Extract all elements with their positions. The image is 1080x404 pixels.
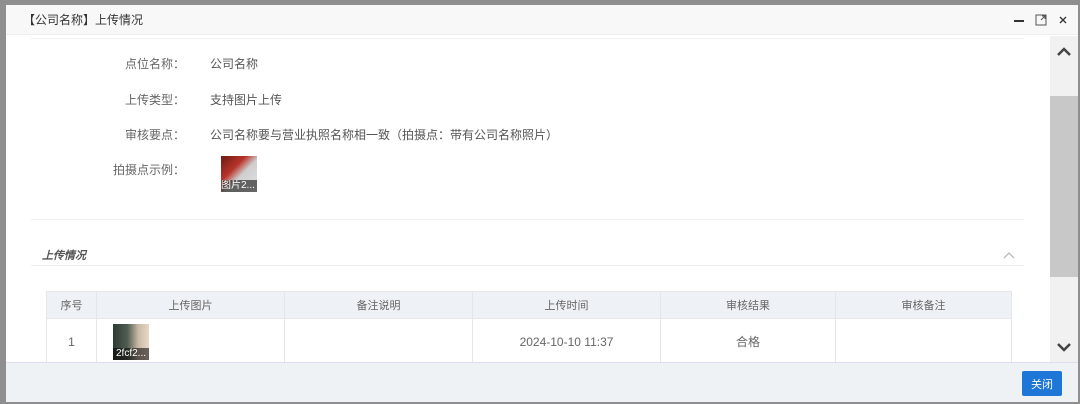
column-header: 审核结果: [660, 291, 836, 319]
cell-review-note: [835, 318, 1012, 362]
info-value: 支持图片上传: [210, 93, 283, 107]
scroll-down-icon[interactable]: [1056, 339, 1072, 355]
cell-image: 2fcf2...: [96, 318, 285, 362]
dialog-titlebar: 【公司名称】上传情况: [6, 5, 1078, 35]
point-info-card: 点位名称： 公司名称 上传类型： 支持图片上传 审核要点： 公司名称要与营业执照…: [31, 38, 1024, 220]
cell-result: 合格: [660, 318, 836, 362]
image-caption: 2fcf2...: [113, 348, 149, 360]
dialog-title: 【公司名称】上传情况: [23, 13, 144, 27]
info-row-example: 拍摄点示例：: [31, 161, 185, 178]
column-header: 备注说明: [284, 291, 473, 319]
info-value: 公司名称要与营业执照名称相一致（拍摄点：带有公司名称照片）: [210, 128, 559, 142]
cell-time: 2024-10-10 11:37: [472, 318, 661, 362]
info-label: 拍摄点示例：: [112, 163, 185, 177]
maximize-icon[interactable]: [1034, 13, 1048, 27]
close-icon[interactable]: [1056, 13, 1070, 27]
cell-index: 1: [46, 318, 97, 362]
column-header: 上传图片: [96, 291, 285, 319]
minimize-icon[interactable]: [1012, 13, 1026, 27]
info-label: 上传类型：: [124, 93, 185, 107]
divider: [31, 265, 1024, 266]
cell-note: [284, 318, 473, 362]
upload-dialog: 【公司名称】上传情况 点位名称： 公司名称 上传类型： 支持图片上传 审核要点：…: [6, 5, 1078, 402]
upload-table: 序号 上传图片 备注说明 上传时间 审核结果 审核备注 1 2fcf2... 2…: [46, 291, 1012, 362]
info-row-review-points: 审核要点： 公司名称要与营业执照名称相一致（拍摄点：带有公司名称照片）: [31, 126, 558, 143]
vertical-scrollbar[interactable]: [1050, 36, 1078, 362]
info-value: 公司名称: [210, 57, 259, 71]
info-label: 审核要点：: [124, 128, 185, 142]
close-button[interactable]: 关闭: [1022, 371, 1062, 396]
image-caption: 图片2...: [221, 180, 257, 192]
chevron-up-icon[interactable]: [1003, 248, 1015, 262]
column-header: 序号: [46, 291, 97, 319]
dialog-footer: 关闭: [6, 362, 1078, 402]
info-row-upload-type: 上传类型： 支持图片上传: [31, 91, 282, 108]
column-header: 上传时间: [472, 291, 661, 319]
column-header: 审核备注: [835, 291, 1012, 319]
uploaded-image-thumbnail[interactable]: 2fcf2...: [113, 324, 149, 360]
table-header: 序号 上传图片 备注说明 上传时间 审核结果 审核备注: [46, 291, 1012, 319]
info-label: 点位名称：: [124, 57, 185, 71]
scrollbar-thumb[interactable]: [1050, 96, 1078, 277]
dialog-body: 点位名称： 公司名称 上传类型： 支持图片上传 审核要点： 公司名称要与营业执照…: [6, 36, 1050, 362]
section-title: 上传情况: [42, 250, 86, 262]
info-row-point-name: 点位名称： 公司名称: [31, 55, 258, 72]
example-image-thumbnail[interactable]: 图片2...: [221, 156, 257, 192]
scroll-up-icon[interactable]: [1056, 44, 1072, 60]
table-row: 1 2fcf2... 2024-10-10 11:37 合格: [46, 318, 1012, 362]
